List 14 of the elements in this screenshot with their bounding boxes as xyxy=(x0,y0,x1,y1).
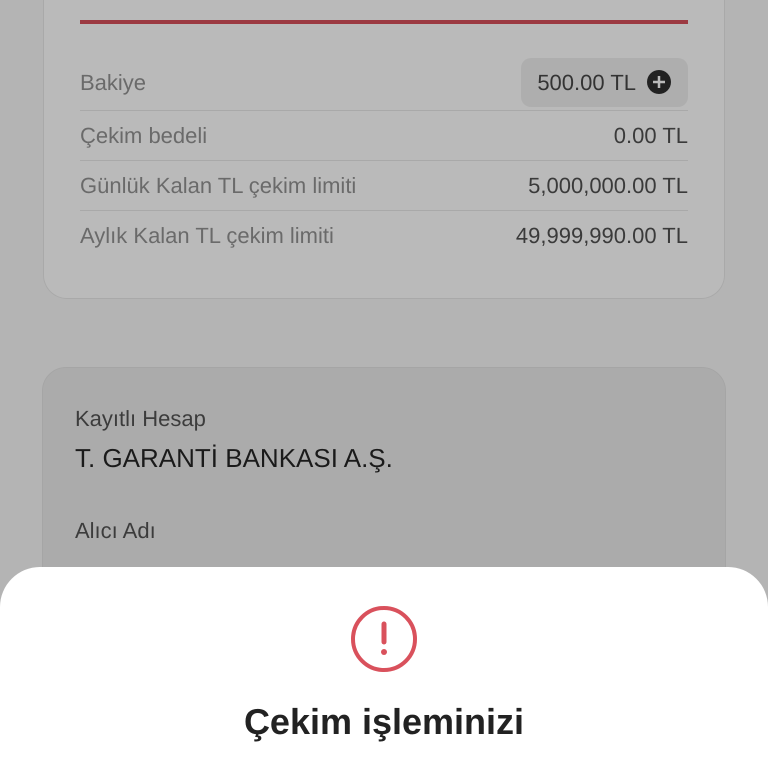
row-label: Bakiye xyxy=(80,68,146,97)
row-label: Çekim bedeli xyxy=(80,122,208,150)
row-label: Günlük Kalan TL çekim limiti xyxy=(80,172,356,200)
warning-icon xyxy=(350,605,418,673)
row-value: 49,999,990.00 TL xyxy=(516,222,688,250)
field-label: Kayıtlı Hesap xyxy=(75,405,207,433)
field-value: T. GARANTİ BANKASI A.Ş. xyxy=(75,442,394,475)
row-value: 5,000,000.00 TL xyxy=(528,172,688,200)
row-value: 0.00 TL xyxy=(614,122,688,150)
balance-chip[interactable]: 500.00 TL xyxy=(521,58,688,106)
dialog-title: Çekim işleminizi xyxy=(244,700,524,744)
plus-icon xyxy=(646,69,672,95)
field-label: Alıcı Adı xyxy=(75,517,157,545)
row-label: Aylık Kalan TL çekim limiti xyxy=(80,222,334,250)
